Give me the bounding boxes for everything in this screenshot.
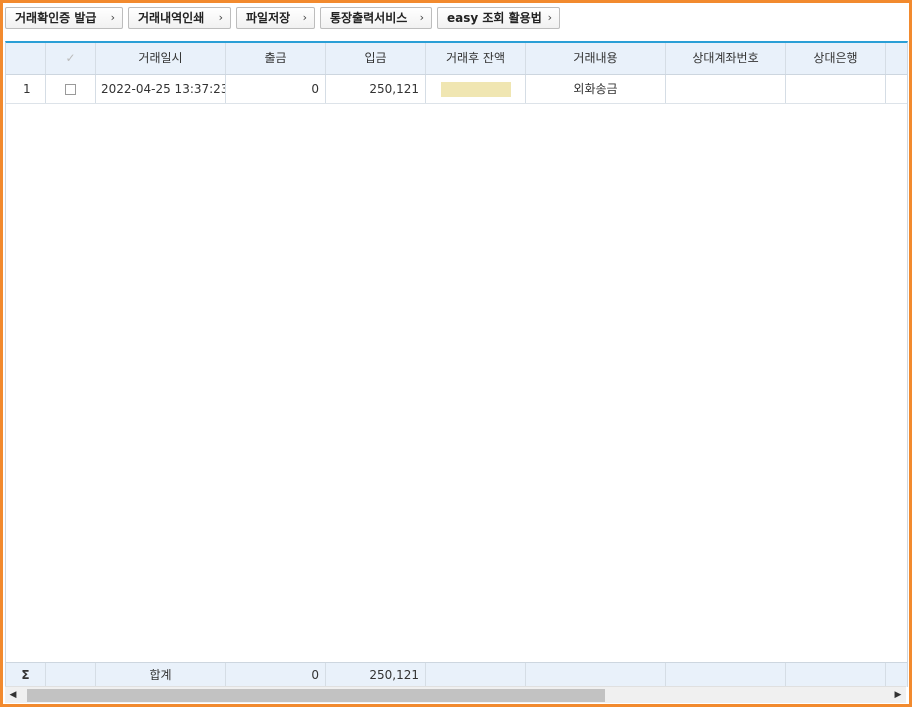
chevron-right-icon: › bbox=[302, 11, 307, 24]
save-file-button[interactable]: 파일저장 › bbox=[236, 7, 315, 29]
header-extra bbox=[886, 43, 907, 74]
print-history-button[interactable]: 거래내역인쇄 › bbox=[128, 7, 231, 29]
scroll-right-arrow-icon[interactable]: ▶ bbox=[890, 687, 906, 703]
header-withdrawal[interactable]: 출금 bbox=[226, 43, 326, 74]
header-counter-bank[interactable]: 상대은행 bbox=[786, 43, 886, 74]
row-checkbox[interactable] bbox=[65, 84, 76, 95]
header-rownum bbox=[6, 43, 46, 74]
header-counter-account[interactable]: 상대계좌번호 bbox=[666, 43, 786, 74]
row-select-cell bbox=[46, 75, 96, 103]
header-deposit[interactable]: 입금 bbox=[326, 43, 426, 74]
row-number: 1 bbox=[6, 75, 46, 103]
passbook-print-button[interactable]: 통장출력서비스 › bbox=[320, 7, 432, 29]
cell-description: 외화송금 bbox=[526, 75, 666, 103]
header-description[interactable]: 거래내용 bbox=[526, 43, 666, 74]
transaction-grid: ✓ 거래일시 출금 입금 거래후 잔액 거래내용 상대계좌번호 상대은행 1 2… bbox=[5, 41, 908, 687]
redacted-balance bbox=[440, 82, 511, 97]
button-label: 파일저장 bbox=[246, 11, 291, 25]
footer-deposit-total: 250,121 bbox=[326, 663, 426, 687]
footer-withdrawal-total: 0 bbox=[226, 663, 326, 687]
cell-counter-account bbox=[666, 75, 786, 103]
header-datetime[interactable]: 거래일시 bbox=[96, 43, 226, 74]
footer-blank bbox=[46, 663, 96, 687]
scroll-left-arrow-icon[interactable]: ◀ bbox=[5, 687, 21, 703]
scrollbar-thumb[interactable] bbox=[27, 689, 605, 702]
footer-counter-bank bbox=[786, 663, 886, 687]
chevron-right-icon: › bbox=[110, 11, 115, 24]
chevron-right-icon: › bbox=[218, 11, 223, 24]
issue-certificate-button[interactable]: 거래확인증 발급 › bbox=[5, 7, 123, 29]
footer-balance bbox=[426, 663, 526, 687]
header-balance[interactable]: 거래후 잔액 bbox=[426, 43, 526, 74]
sigma-icon: Σ bbox=[6, 663, 46, 687]
chevron-right-icon: › bbox=[419, 11, 424, 24]
button-label: 통장출력서비스 bbox=[330, 11, 408, 25]
window-frame: 거래확인증 발급 › 거래내역인쇄 › 파일저장 › 통장출력서비스 › eas… bbox=[0, 0, 912, 707]
cell-withdrawal: 0 bbox=[226, 75, 326, 103]
cell-balance bbox=[426, 75, 526, 103]
cell-extra bbox=[886, 75, 907, 103]
footer-extra bbox=[886, 663, 907, 687]
table-row[interactable]: 1 2022-04-25 13:37:23 0 250,121 외화송금 bbox=[6, 75, 907, 104]
cell-deposit: 250,121 bbox=[326, 75, 426, 103]
grid-header: ✓ 거래일시 출금 입금 거래후 잔액 거래내용 상대계좌번호 상대은행 bbox=[6, 43, 907, 75]
grid-footer-summary: Σ 합계 0 250,121 bbox=[6, 662, 907, 687]
button-label: 거래확인증 발급 bbox=[15, 11, 97, 25]
cell-counter-bank bbox=[786, 75, 886, 103]
button-label: easy 조회 활용법 bbox=[447, 11, 542, 25]
footer-description bbox=[526, 663, 666, 687]
footer-counter-account bbox=[666, 663, 786, 687]
footer-total-label: 합계 bbox=[96, 663, 226, 687]
easy-guide-button[interactable]: easy 조회 활용법 › bbox=[437, 7, 560, 29]
chevron-right-icon: › bbox=[547, 11, 552, 24]
header-select-all-checkbox[interactable]: ✓ bbox=[46, 43, 96, 74]
button-label: 거래내역인쇄 bbox=[138, 11, 205, 25]
cell-datetime: 2022-04-25 13:37:23 bbox=[96, 75, 226, 103]
horizontal-scrollbar[interactable]: ◀ ▶ bbox=[5, 686, 906, 703]
